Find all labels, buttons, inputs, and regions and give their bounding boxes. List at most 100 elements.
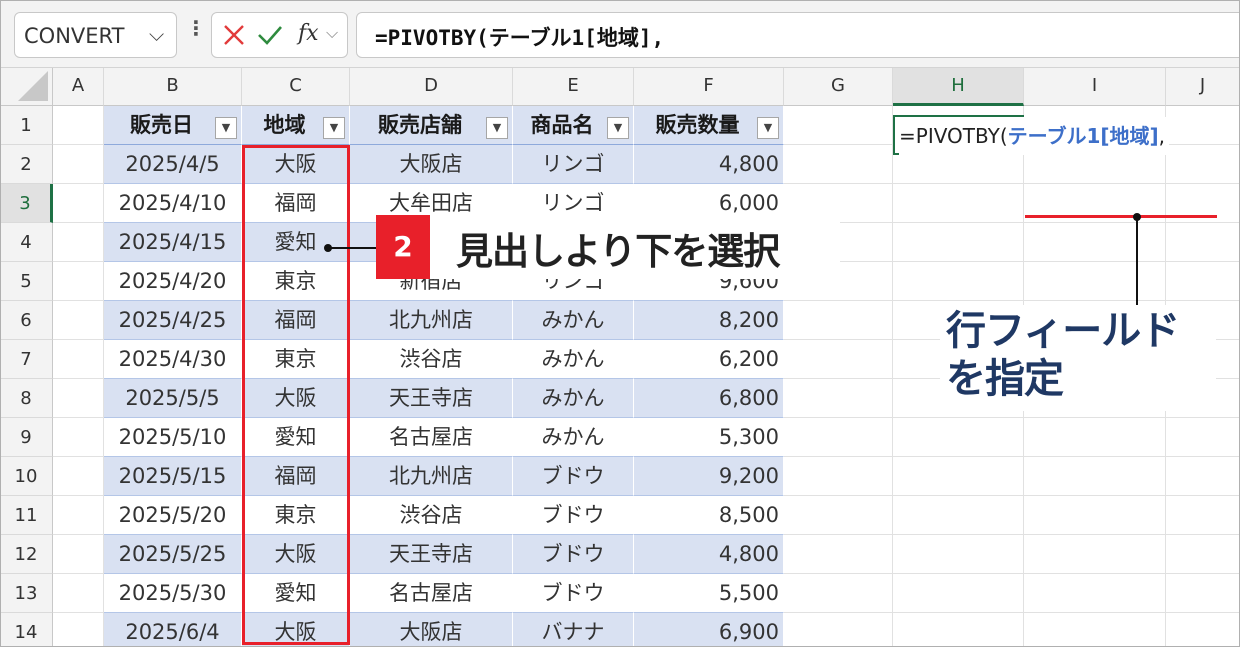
- table-cell[interactable]: 2025/4/5: [104, 145, 242, 184]
- select-all-button[interactable]: [0, 68, 53, 106]
- table-cell[interactable]: 2025/5/25: [104, 535, 242, 574]
- cell-i14[interactable]: [1024, 613, 1166, 647]
- filter-dropdown-icon[interactable]: ▼: [486, 117, 508, 139]
- cell-i13[interactable]: [1024, 574, 1166, 613]
- cell-j1[interactable]: [1166, 106, 1240, 145]
- table-cell[interactable]: 6,900: [634, 613, 784, 647]
- table-cell[interactable]: 2025/4/20: [104, 262, 242, 301]
- table-cell[interactable]: 渋谷店: [350, 340, 513, 379]
- row-header-1[interactable]: 1: [0, 106, 53, 145]
- cell-h10[interactable]: [893, 457, 1024, 496]
- table-cell[interactable]: 2025/4/25: [104, 301, 242, 340]
- column-header-d[interactable]: D: [350, 68, 513, 106]
- table-cell[interactable]: 2025/5/5: [104, 379, 242, 418]
- table-cell[interactable]: ブドウ: [513, 574, 634, 613]
- table-cell[interactable]: 4,800: [634, 535, 784, 574]
- table-cell[interactable]: バナナ: [513, 613, 634, 647]
- table-cell[interactable]: 2025/5/30: [104, 574, 242, 613]
- cell-a12[interactable]: [53, 535, 104, 574]
- row-header-5[interactable]: 5: [0, 262, 53, 301]
- cell-j5[interactable]: [1166, 262, 1240, 301]
- row-header-6[interactable]: 6: [0, 301, 53, 340]
- cell-j14[interactable]: [1166, 613, 1240, 647]
- table-cell[interactable]: 9,200: [634, 457, 784, 496]
- cell-j13[interactable]: [1166, 574, 1240, 613]
- table-cell[interactable]: みかん: [513, 301, 634, 340]
- table-cell[interactable]: 北九州店: [350, 457, 513, 496]
- column-header-f[interactable]: F: [634, 68, 784, 106]
- table-cell[interactable]: 大阪店: [350, 145, 513, 184]
- row-header-2[interactable]: 2: [0, 145, 53, 184]
- column-header-h[interactable]: H: [893, 68, 1024, 106]
- check-icon[interactable]: [256, 22, 284, 48]
- cell-h9[interactable]: [893, 418, 1024, 457]
- column-header-e[interactable]: E: [513, 68, 634, 106]
- cell-a8[interactable]: [53, 379, 104, 418]
- cell-i5[interactable]: [1024, 262, 1166, 301]
- table-cell[interactable]: 北九州店: [350, 301, 513, 340]
- cell-i11[interactable]: [1024, 496, 1166, 535]
- table-cell[interactable]: 8,500: [634, 496, 784, 535]
- cell-a2[interactable]: [53, 145, 104, 184]
- table-cell[interactable]: 渋谷店: [350, 496, 513, 535]
- row-header-4[interactable]: 4: [0, 223, 53, 262]
- table-cell[interactable]: ブドウ: [513, 457, 634, 496]
- cell-h13[interactable]: [893, 574, 1024, 613]
- filter-dropdown-icon[interactable]: ▼: [215, 117, 237, 139]
- cell-g14[interactable]: [784, 613, 893, 647]
- table-cell[interactable]: みかん: [513, 379, 634, 418]
- chevron-down-icon[interactable]: ⌵: [149, 22, 164, 46]
- cell-a4[interactable]: [53, 223, 104, 262]
- row-header-14[interactable]: 14: [0, 613, 53, 647]
- column-header-c[interactable]: C: [242, 68, 350, 106]
- cell-a13[interactable]: [53, 574, 104, 613]
- cell-g11[interactable]: [784, 496, 893, 535]
- table-cell[interactable]: ブドウ: [513, 535, 634, 574]
- table-header-cell[interactable]: 販売日 ▼: [104, 106, 242, 145]
- cell-a6[interactable]: [53, 301, 104, 340]
- table-cell[interactable]: 5,300: [634, 418, 784, 457]
- cell-g6[interactable]: [784, 301, 893, 340]
- cell-j11[interactable]: [1166, 496, 1240, 535]
- column-header-b[interactable]: B: [104, 68, 242, 106]
- table-cell[interactable]: 2025/4/30: [104, 340, 242, 379]
- cell-a1[interactable]: [53, 106, 104, 145]
- cell-g12[interactable]: [784, 535, 893, 574]
- cell-i12[interactable]: [1024, 535, 1166, 574]
- table-cell[interactable]: 2025/6/4: [104, 613, 242, 647]
- table-header-cell[interactable]: 地域 ▼: [242, 106, 350, 145]
- table-cell[interactable]: 天王寺店: [350, 379, 513, 418]
- table-cell[interactable]: 6,800: [634, 379, 784, 418]
- row-header-12[interactable]: 12: [0, 535, 53, 574]
- column-header-i[interactable]: I: [1024, 68, 1166, 106]
- cell-g7[interactable]: [784, 340, 893, 379]
- cell-j10[interactable]: [1166, 457, 1240, 496]
- cell-j2[interactable]: [1166, 145, 1240, 184]
- row-header-8[interactable]: 8: [0, 379, 53, 418]
- table-header-cell[interactable]: 販売数量 ▼: [634, 106, 784, 145]
- table-cell[interactable]: 2025/5/15: [104, 457, 242, 496]
- column-header-g[interactable]: G: [784, 68, 893, 106]
- table-cell[interactable]: リンゴ: [513, 145, 634, 184]
- table-cell[interactable]: ブドウ: [513, 496, 634, 535]
- filter-dropdown-icon[interactable]: ▼: [323, 117, 345, 139]
- cell-i9[interactable]: [1024, 418, 1166, 457]
- table-cell[interactable]: 6,200: [634, 340, 784, 379]
- table-cell[interactable]: 2025/4/10: [104, 184, 242, 223]
- cell-g9[interactable]: [784, 418, 893, 457]
- cell-h11[interactable]: [893, 496, 1024, 535]
- cell-a5[interactable]: [53, 262, 104, 301]
- cell-i4[interactable]: [1024, 223, 1166, 262]
- table-cell[interactable]: 名古屋店: [350, 574, 513, 613]
- cell-h14[interactable]: [893, 613, 1024, 647]
- row-header-9[interactable]: 9: [0, 418, 53, 457]
- cell-a3[interactable]: [53, 184, 104, 223]
- cell-a10[interactable]: [53, 457, 104, 496]
- row-header-13[interactable]: 13: [0, 574, 53, 613]
- row-header-3[interactable]: 3: [0, 184, 53, 223]
- table-cell[interactable]: 名古屋店: [350, 418, 513, 457]
- table-header-cell[interactable]: 商品名 ▼: [513, 106, 634, 145]
- filter-dropdown-icon[interactable]: ▼: [757, 117, 779, 139]
- cell-a11[interactable]: [53, 496, 104, 535]
- table-cell[interactable]: 4,800: [634, 145, 784, 184]
